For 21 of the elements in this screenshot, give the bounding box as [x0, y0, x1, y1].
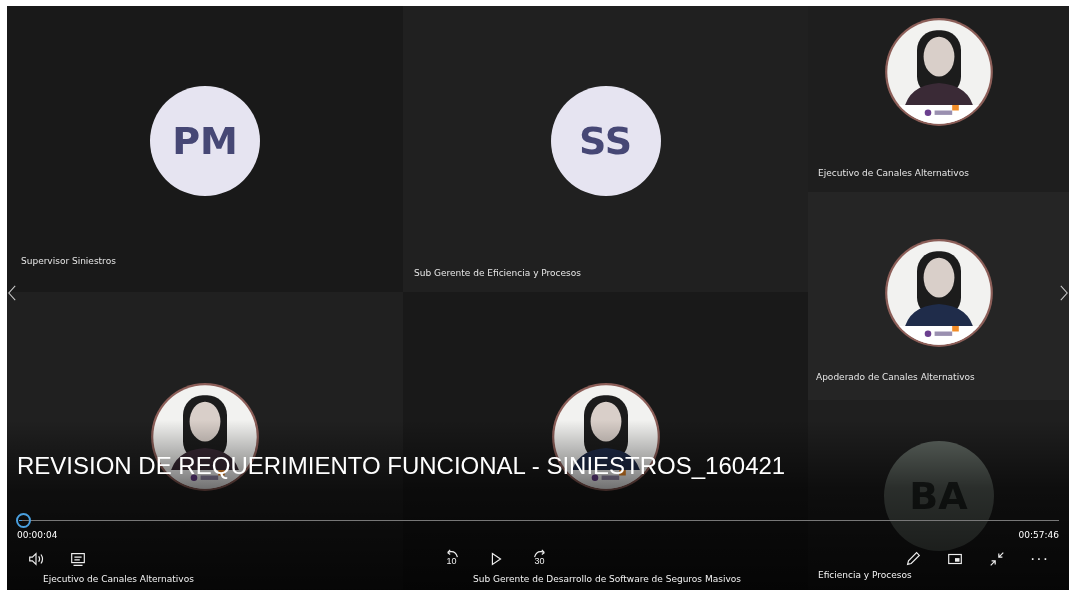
avatar: PM [150, 86, 260, 196]
elapsed-time: 00:00:04 [17, 530, 58, 540]
participant-name: Supervisor Siniestros [20, 256, 117, 268]
participant-name: Ejecutivo de Canales Alternativos [42, 574, 195, 586]
forward-button[interactable]: 30 [528, 548, 551, 570]
participant-name: Apoderado de Canales Alternativos [815, 372, 976, 384]
volume-icon[interactable] [27, 550, 45, 568]
participant-name: Sub Gerente de Eficiencia y Procesos [413, 268, 582, 280]
avatar: SS [550, 86, 661, 196]
participant-name: Sub Gerente de Desarrollo de Software de Seguros Masivos [472, 574, 741, 586]
participant-name: Eficiencia y Procesos [817, 570, 913, 582]
rewind-button[interactable]: 10 [440, 548, 463, 570]
previous-icon[interactable] [8, 284, 16, 302]
pencil-icon[interactable] [904, 550, 922, 568]
progress-thumb[interactable] [16, 513, 32, 528]
participant-name: Ejecutivo de Canales Alternativos [817, 168, 970, 180]
next-icon[interactable] [1060, 284, 1068, 302]
captions-icon[interactable] [69, 550, 87, 568]
total-time: 00:57:46 [1018, 530, 1059, 540]
collapse-icon[interactable] [988, 550, 1006, 568]
more-button[interactable]: ··· [1030, 550, 1049, 568]
